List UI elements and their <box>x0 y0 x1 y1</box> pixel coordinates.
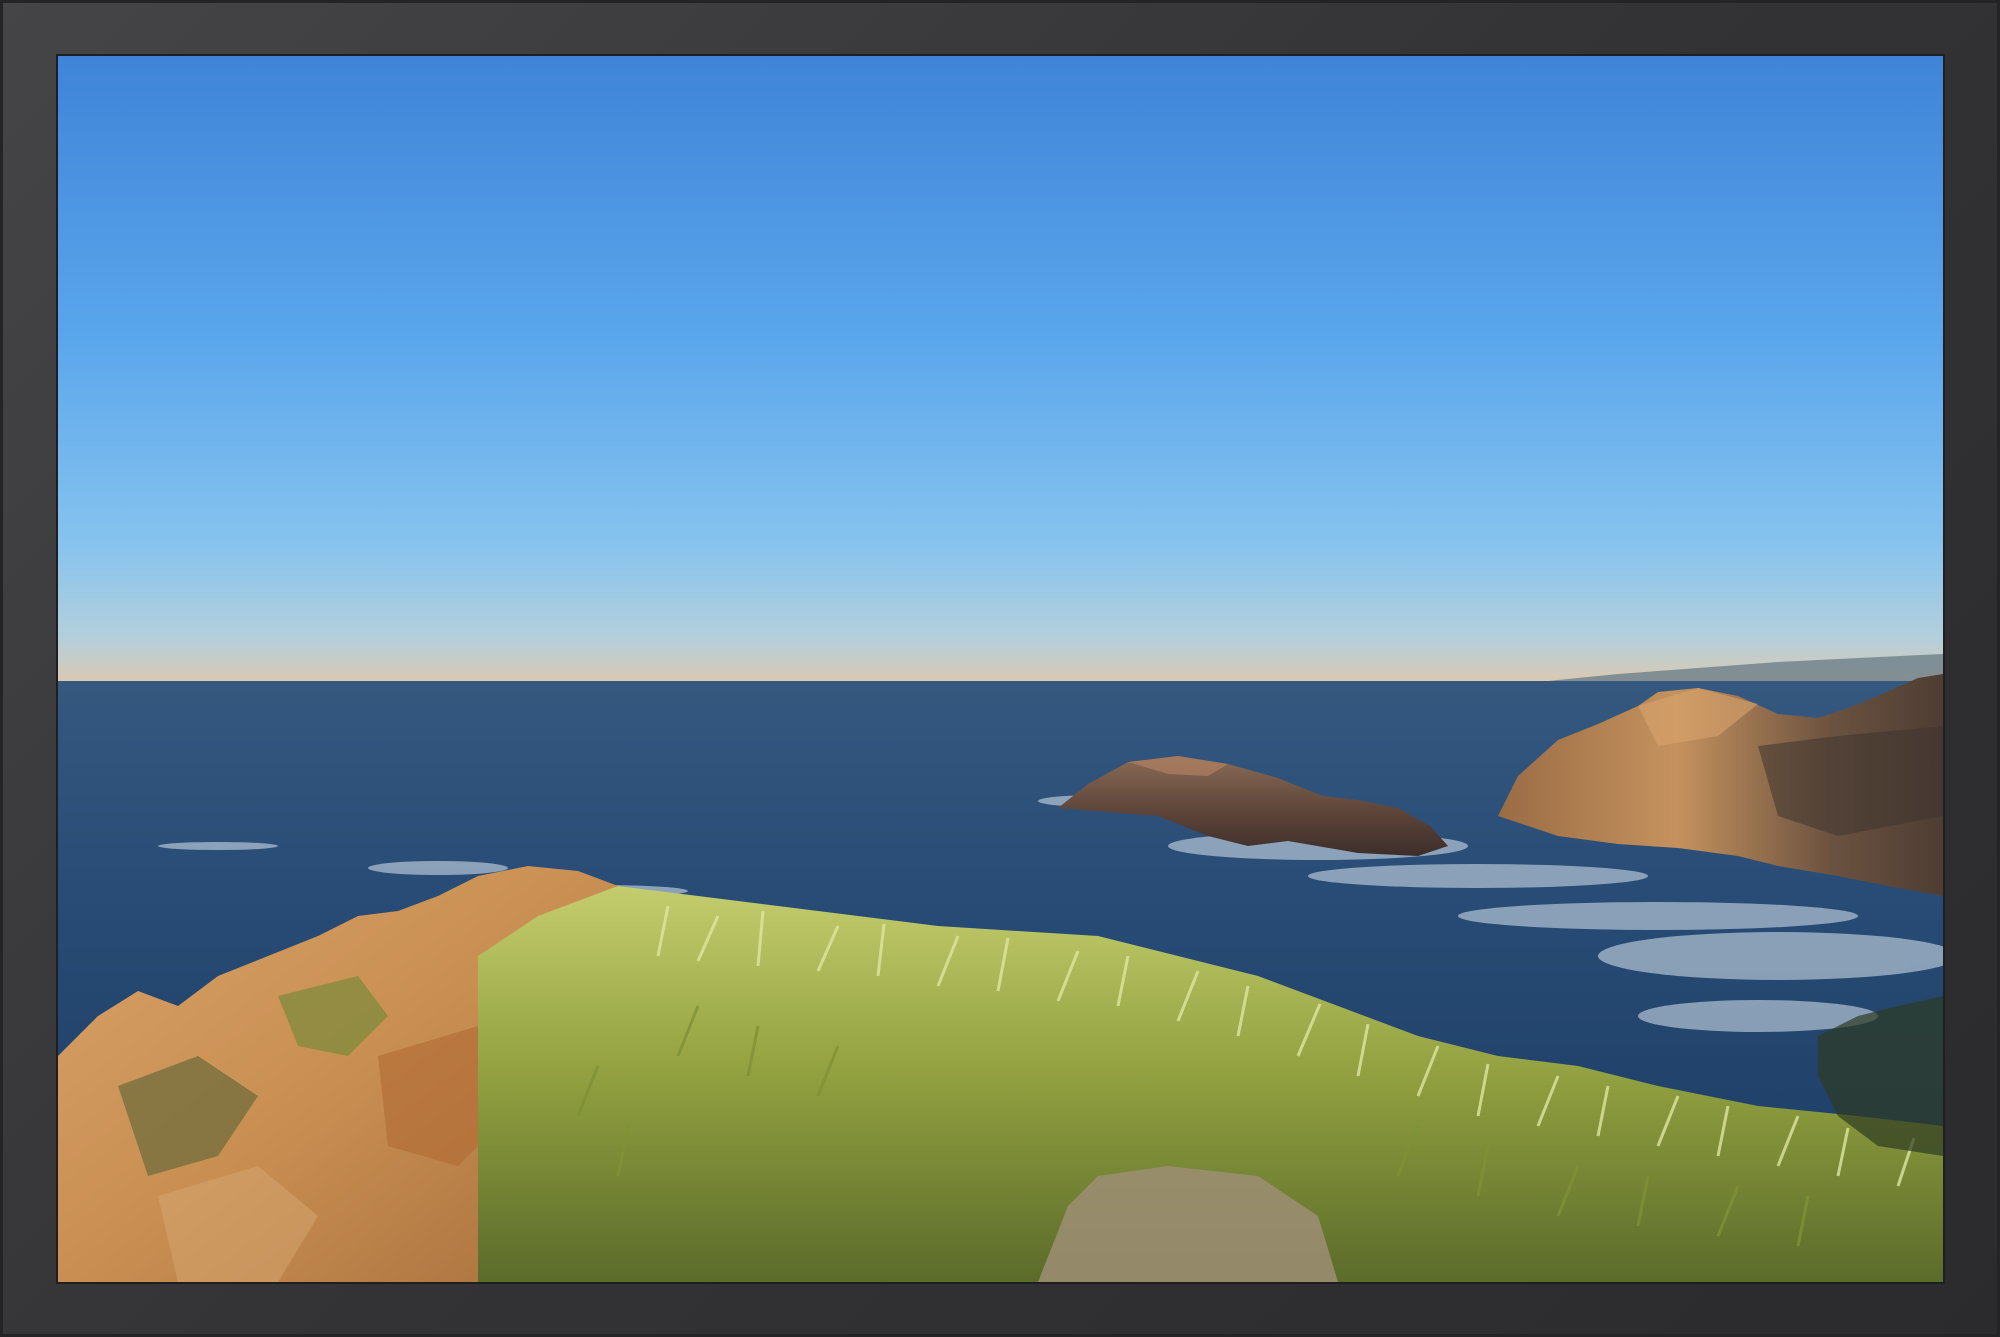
picture-frame <box>0 0 2000 1337</box>
seascape-scene <box>58 56 1943 1282</box>
sky <box>58 56 1943 681</box>
coastal-photo <box>58 56 1943 1282</box>
